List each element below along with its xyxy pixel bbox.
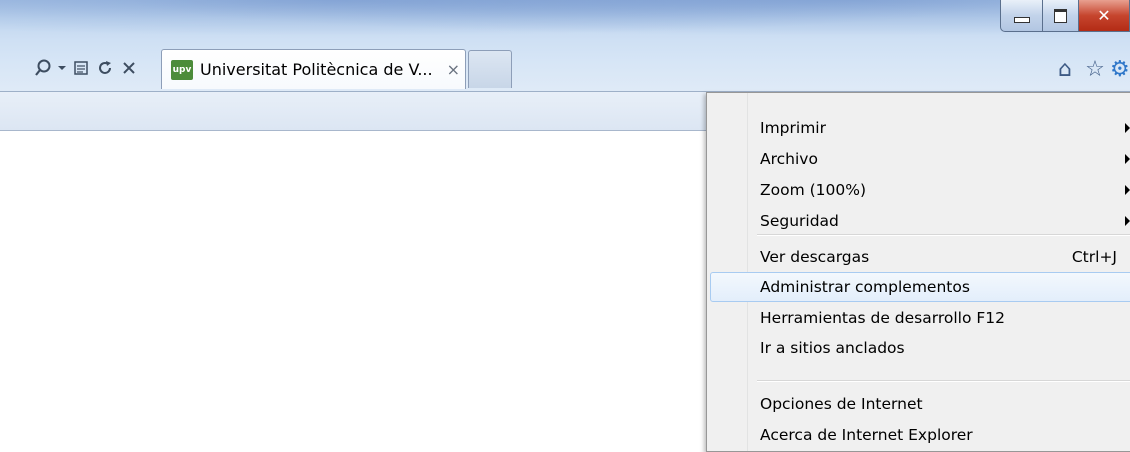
menu-item-label: Acerca de Internet Explorer xyxy=(760,426,973,444)
submenu-arrow-icon xyxy=(1125,123,1130,133)
window-caption-buttons: ✕ xyxy=(1000,0,1130,32)
submenu-arrow-icon xyxy=(1125,185,1130,195)
search-dropdown-button[interactable] xyxy=(56,57,68,79)
menu-item-label: Archivo xyxy=(760,150,818,168)
menu-item-label: Ver descargas xyxy=(760,248,870,266)
submenu-arrow-icon xyxy=(1125,216,1130,226)
refresh-icon xyxy=(99,61,111,74)
menu-separator xyxy=(757,380,1130,382)
menu-item-label: Administrar complementos xyxy=(760,278,970,296)
tab-universitat-politecnica[interactable]: upv Universitat Politècnica de V... × xyxy=(161,49,466,89)
submenu-arrow-icon xyxy=(1125,154,1130,164)
stop-icon xyxy=(123,62,135,74)
menu-item-zoom[interactable]: Zoom (100%) xyxy=(710,175,1130,205)
dropdown-arrow-icon xyxy=(58,66,66,70)
maximize-button[interactable] xyxy=(1042,0,1078,32)
menu-item-administrar-complementos[interactable]: Administrar complementos xyxy=(710,272,1130,302)
menu-item-sitios-anclados[interactable]: Ir a sitios anclados xyxy=(710,333,1130,363)
menu-item-imprimir[interactable]: Imprimir xyxy=(710,113,1130,143)
close-window-button[interactable]: ✕ xyxy=(1078,0,1130,32)
menu-item-label: Herramientas de desarrollo F12 xyxy=(760,309,1006,327)
favorites-icon[interactable]: ☆ xyxy=(1080,54,1110,84)
home-icon[interactable]: ⌂ xyxy=(1050,54,1080,84)
tab-title: Universitat Politècnica de V... xyxy=(200,60,433,79)
menu-item-label: Seguridad xyxy=(760,212,839,230)
magnifier-icon xyxy=(35,59,51,76)
menu-item-label: Imprimir xyxy=(760,119,826,137)
menu-item-label: Zoom (100%) xyxy=(760,181,867,199)
maximize-icon xyxy=(1054,8,1067,23)
menu-item-label: Opciones de Internet xyxy=(760,395,923,413)
stop-button[interactable] xyxy=(118,57,140,79)
compatibility-view-icon xyxy=(74,61,88,75)
menu-item-label: Ir a sitios anclados xyxy=(760,339,905,357)
close-icon: ✕ xyxy=(1097,5,1111,25)
tools-gear-icon[interactable]: ⚙ xyxy=(1110,54,1130,84)
menu-item-archivo[interactable]: Archivo xyxy=(710,144,1130,174)
tools-menu: Imprimir Archivo Zoom (100%) Seguridad V… xyxy=(706,92,1130,452)
refresh-button[interactable] xyxy=(94,57,116,79)
compatibility-view-button[interactable] xyxy=(70,57,92,79)
new-tab-button[interactable] xyxy=(468,50,512,88)
browser-command-icons: ⌂ ☆ ⚙ xyxy=(1050,54,1130,84)
menu-item-opciones-internet[interactable]: Opciones de Internet xyxy=(710,389,1130,419)
menu-item-seguridad[interactable]: Seguridad xyxy=(710,206,1130,236)
menu-separator xyxy=(757,234,1130,236)
tab-close-icon[interactable]: × xyxy=(447,60,460,79)
minimize-icon xyxy=(1013,16,1030,23)
menu-item-shortcut: Ctrl+J xyxy=(1071,248,1117,266)
menu-item-ver-descargas[interactable]: Ver descargas Ctrl+J xyxy=(710,242,1130,272)
menu-item-acerca-ie[interactable]: Acerca de Internet Explorer xyxy=(710,420,1130,450)
address-bar-controls xyxy=(0,48,140,88)
favicon: upv xyxy=(171,59,193,80)
menu-item-herramientas-desarrollo[interactable]: Herramientas de desarrollo F12 xyxy=(710,303,1130,333)
search-button[interactable] xyxy=(32,57,54,79)
browser-frame: ✕ upv Universitat Politècnica de V... × … xyxy=(0,0,1130,91)
minimize-button[interactable] xyxy=(1000,0,1042,32)
